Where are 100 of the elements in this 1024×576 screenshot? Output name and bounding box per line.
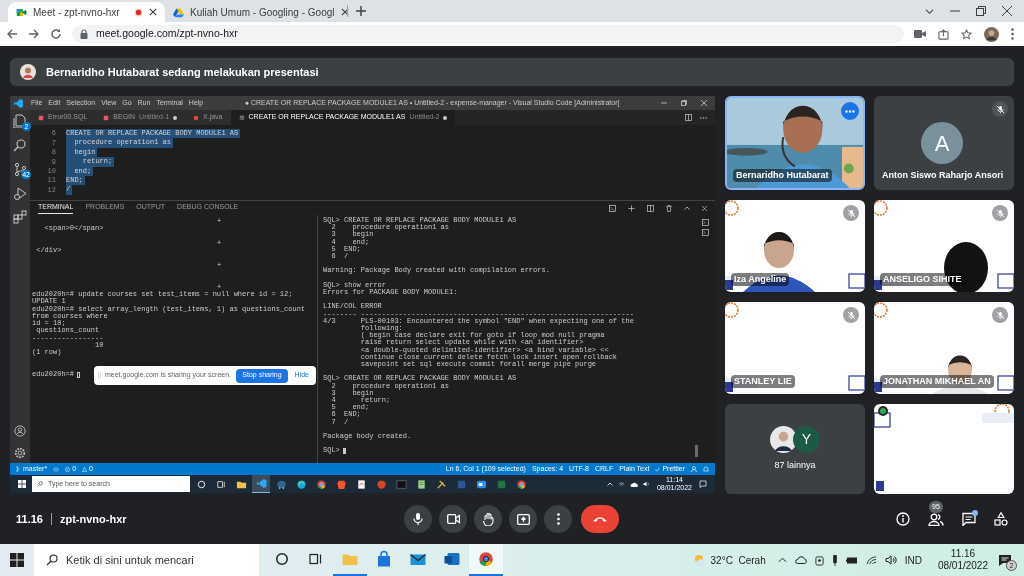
tab-title: Kuliah Umum - Googling - Googl: [190, 5, 335, 20]
tricolor-circle-icon[interactable]: [515, 478, 527, 490]
document-icon[interactable]: [355, 478, 367, 490]
present-button[interactable]: [509, 505, 537, 533]
trash-icon[interactable]: [666, 204, 672, 212]
meeting-icon[interactable]: [814, 554, 824, 566]
meeting-code: zpt-nvno-hxr: [59, 511, 127, 527]
chat-icon[interactable]: [962, 512, 976, 526]
clock-time[interactable]: 11.16: [950, 548, 976, 560]
terminal-icon[interactable]: [701, 229, 709, 236]
forward-arrow-icon[interactable]: [28, 28, 40, 40]
participant-name: STANLEY LIE: [731, 374, 795, 388]
raise-hand-button[interactable]: [474, 505, 502, 533]
account-icon[interactable]: [14, 425, 26, 437]
files-icon[interactable]: [13, 114, 27, 128]
mail-app-icon: [443, 550, 461, 568]
code-editor-logo-icon[interactable]: [255, 478, 267, 489]
people-icon[interactable]: [928, 512, 944, 526]
chevron-down-icon[interactable]: [925, 6, 934, 16]
restore-icon[interactable]: [976, 6, 986, 16]
info-icon[interactable]: [896, 512, 910, 526]
scrollbar-thumb[interactable]: [695, 445, 698, 457]
ring-icon[interactable]: [195, 478, 207, 490]
cloud-icon[interactable]: [629, 481, 638, 487]
weather-text[interactable]: 32°C Cerah: [710, 552, 766, 568]
notepad-icon[interactable]: [415, 478, 427, 490]
split-editor-icon[interactable]: [685, 114, 692, 121]
triangle-logo-icon: [173, 6, 184, 18]
participant-name: ANSELIGO SIHITE: [880, 272, 965, 286]
terminal-icon[interactable]: [609, 204, 616, 212]
new-tab-icon[interactable]: [356, 6, 366, 16]
notification-icon[interactable]: [998, 553, 1012, 567]
more-options-button[interactable]: [544, 505, 572, 533]
close-icon[interactable]: [1002, 6, 1012, 16]
star-icon[interactable]: [961, 28, 972, 40]
notification-icon[interactable]: [699, 480, 707, 488]
video-camera-icon[interactable]: [475, 478, 487, 490]
profile-avatar-icon[interactable]: [984, 26, 999, 42]
back-arrow-icon[interactable]: [6, 28, 18, 40]
slides-icon[interactable]: [375, 478, 387, 490]
language-indicator[interactable]: IND: [904, 552, 922, 568]
more-horizontal-icon: [845, 109, 855, 113]
browser-tab[interactable]: Kuliah Umum - Googling - Googl: [165, 2, 347, 22]
battery-icon[interactable]: [845, 556, 858, 564]
run-icon[interactable]: [13, 186, 27, 200]
wave-logo-icon[interactable]: [295, 478, 307, 490]
present-screen-icon: [516, 513, 530, 525]
microphone-icon[interactable]: [831, 554, 838, 566]
avatar: Y: [793, 425, 820, 453]
browser-tab[interactable]: Meet - zpt-nvno-hxr: [8, 2, 165, 22]
search-icon[interactable]: [13, 138, 27, 152]
text-file-icon: [238, 114, 245, 121]
reload-icon[interactable]: [50, 28, 62, 40]
terminal-icon[interactable]: [701, 219, 709, 226]
clock-date[interactable]: 08/01/2022: [937, 560, 988, 572]
check-icon: [655, 466, 661, 472]
share-icon[interactable]: [938, 28, 949, 40]
minimize-icon[interactable]: [661, 100, 667, 106]
tricolor-circle-icon[interactable]: [315, 478, 327, 490]
split-terminal-icon[interactable]: [647, 204, 654, 212]
end-call-button[interactable]: [581, 505, 619, 533]
lock-icon: [80, 29, 88, 39]
video-camera-icon[interactable]: [914, 29, 926, 39]
camera-button[interactable]: [439, 505, 467, 533]
feedback-icon[interactable]: [691, 466, 697, 472]
ring-icon: [273, 550, 291, 568]
chevron-up-icon[interactable]: [777, 557, 787, 563]
phone-hangup-icon: [593, 516, 607, 522]
task-view-icon[interactable]: [215, 478, 227, 490]
cloud-icon[interactable]: [794, 556, 807, 564]
more-horizontal-icon[interactable]: [700, 116, 707, 119]
extensions-icon[interactable]: [13, 210, 27, 224]
hand-icon: [482, 512, 494, 526]
text-cursor: [342, 448, 346, 454]
windows-logo-icon[interactable]: [18, 480, 26, 488]
search-icon: [37, 481, 43, 487]
add-icon[interactable]: [628, 204, 635, 212]
speaker-icon[interactable]: [884, 555, 897, 565]
participant-name: Anton Siswo Raharjo Ansori: [882, 168, 1004, 182]
tools-icon[interactable]: [435, 478, 447, 490]
settings-icon[interactable]: [14, 447, 26, 459]
shapes-icon[interactable]: [994, 512, 1008, 526]
spreadsheet-icon[interactable]: [495, 478, 507, 490]
microphone-icon: [413, 513, 423, 525]
address-field[interactable]: meet.google.com/zpt-nvno-hxr: [72, 25, 904, 43]
close-icon[interactable]: [340, 8, 349, 16]
meeting-time: 11.16: [16, 511, 43, 527]
close-icon[interactable]: [149, 8, 157, 16]
more-vert-icon[interactable]: [1011, 28, 1014, 40]
tab-title: Meet - zpt-nvno-hxr: [33, 5, 121, 20]
participant-name: Bernaridho Hutabarat: [733, 168, 832, 182]
microphone-button[interactable]: [404, 505, 432, 533]
coffee-file-icon: [193, 114, 200, 121]
speaker-icon[interactable]: [642, 481, 650, 487]
person-avatar-icon: [770, 425, 797, 453]
windows-logo-icon[interactable]: [10, 553, 24, 567]
search-field[interactable]: Ketik di sini untuk mencari: [34, 544, 259, 576]
wifi-icon[interactable]: [865, 555, 877, 565]
more-vert-icon: [556, 513, 560, 525]
restore-icon[interactable]: [681, 100, 687, 106]
